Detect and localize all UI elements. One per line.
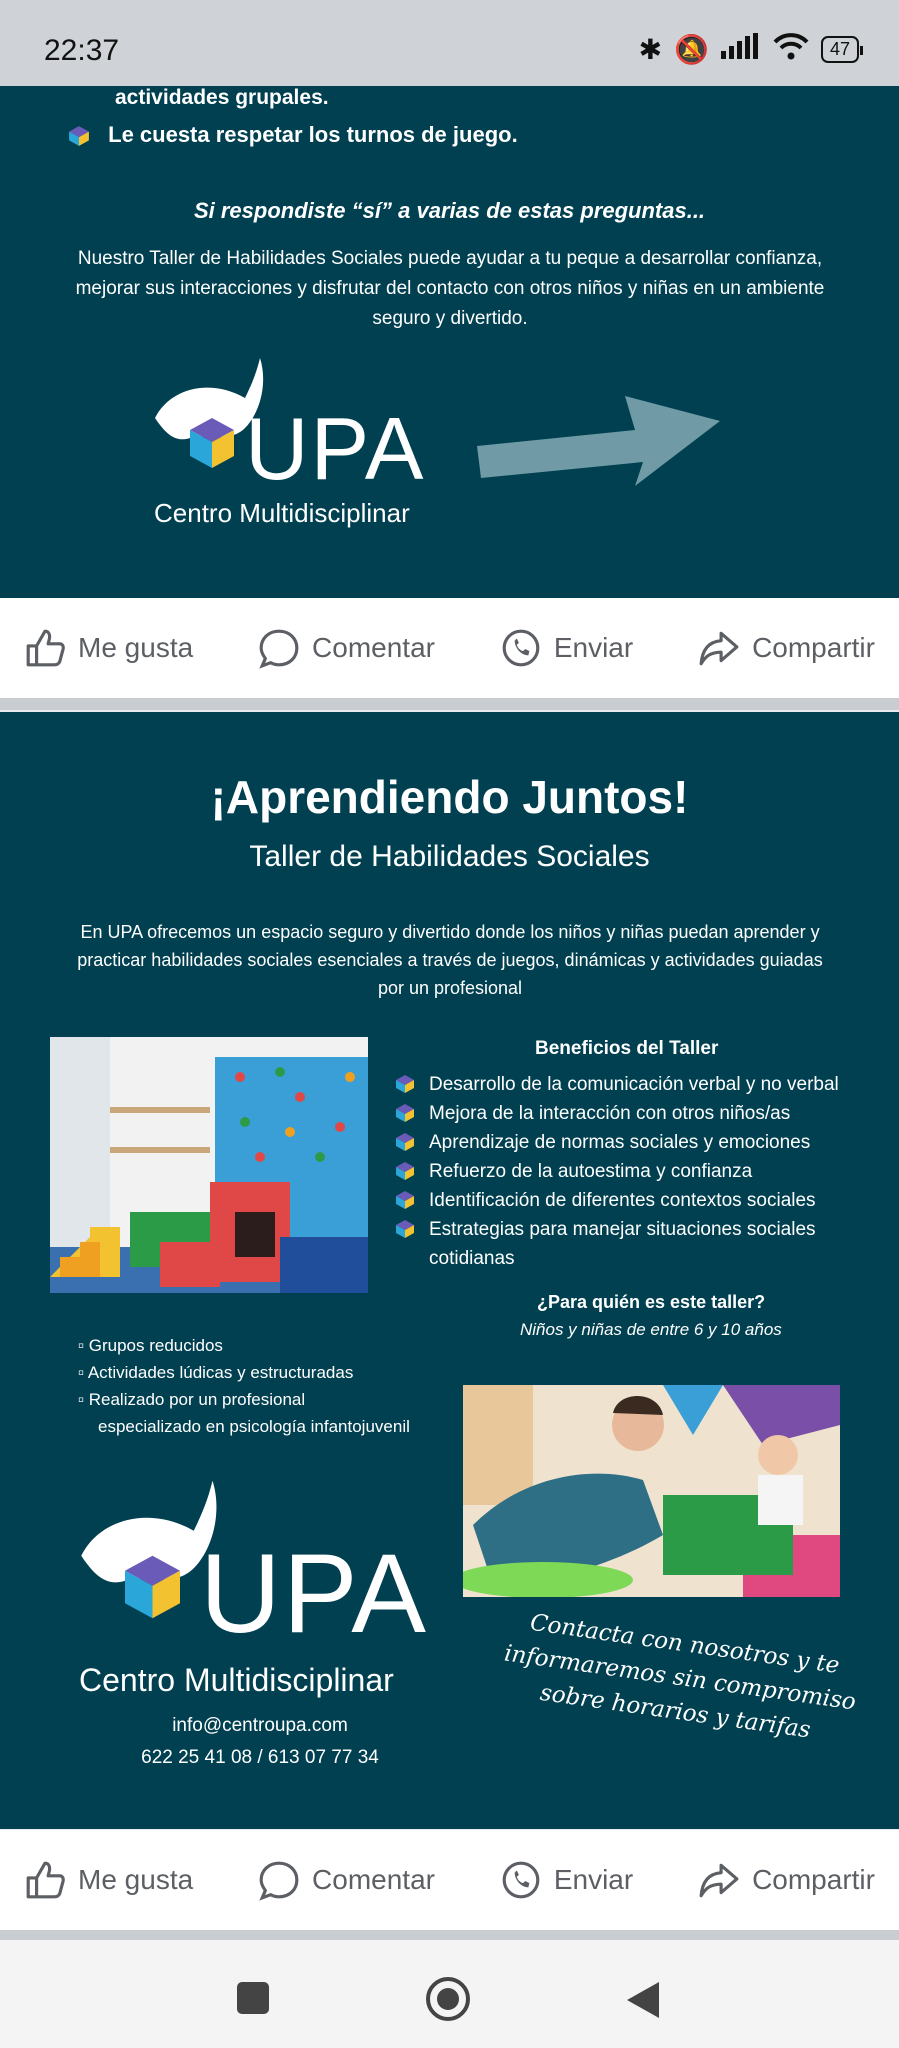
cube-bullet-icon (396, 1162, 414, 1180)
audience-subtitle: Niños y niñas de entre 6 y 10 años (520, 1320, 782, 1339)
send-button[interactable]: Enviar (500, 627, 633, 669)
partial-line: actividades grupales. (115, 86, 329, 109)
cube-bullet-icon (396, 1133, 414, 1151)
list-item: Grupos reducidos (78, 1332, 410, 1359)
therapy-photo (463, 1385, 840, 1597)
list-item: Realizado por un profesional (78, 1386, 410, 1413)
signal-icon (720, 33, 761, 66)
battery-icon: 47 (820, 36, 864, 63)
list-item: Mejora de la interacción con otros niños… (395, 1099, 885, 1128)
logo-text: UPA (200, 1531, 428, 1656)
cube-bullet-icon (396, 1075, 414, 1093)
benefits-title: Beneficios del Taller (535, 1038, 719, 1059)
cube-bullet-icon (396, 1191, 414, 1209)
list-item: Refuerzo de la autoestima y confianza (395, 1157, 885, 1186)
send-button[interactable]: Enviar (500, 1859, 633, 1901)
post-subtitle: Taller de Habilidades Sociales (249, 840, 650, 873)
comment-button[interactable]: Comentar (258, 627, 435, 669)
share-button[interactable]: Compartir (698, 1859, 875, 1901)
benefits-list: Desarrollo de la comunicación verbal y n… (395, 1070, 885, 1273)
post-actions-2: Me gusta Comentar Enviar Compartir (0, 1830, 899, 1930)
post-image-2[interactable]: ¡Aprendiendo Juntos! Taller de Habilidad… (0, 712, 899, 1829)
home-button[interactable] (425, 1976, 471, 2022)
list-item-continuation: especializado en psicología infantojuven… (98, 1417, 410, 1436)
post-image-1[interactable]: actividades grupales. Le cuesta respetar… (0, 86, 899, 598)
thumbs-up-icon (26, 1861, 65, 1899)
logo-subtitle: Centro Multidisciplinar (154, 498, 410, 528)
list-item: Estrategias para manejar situaciones soc… (395, 1215, 885, 1273)
upa-logo: UPA Centro Multidisciplinar (150, 358, 450, 528)
cube-bullet-icon (396, 1104, 414, 1122)
list-item: Desarrollo de la comunicación verbal y n… (395, 1070, 885, 1099)
status-time: 22:37 (44, 34, 120, 67)
whatsapp-icon (502, 629, 540, 667)
post-separator (0, 698, 899, 710)
back-button[interactable] (625, 1980, 661, 2020)
post-description: En UPA ofrecemos un espacio seguro y div… (77, 922, 823, 998)
share-icon (699, 1863, 739, 1898)
like-button[interactable]: Me gusta (24, 627, 193, 669)
playroom-photo (50, 1037, 368, 1293)
thumbs-up-icon (26, 629, 65, 667)
status-icons: ✱ 🔕 47 (638, 32, 864, 67)
upa-logo: UPA Centro Multidisciplinar (75, 1477, 475, 1702)
system-nav-bar (0, 1940, 899, 2048)
contact-script-text: Contacta con nosotros y te informaremos … (502, 1609, 858, 1744)
comment-button[interactable]: Comentar (258, 1859, 435, 1901)
share-button[interactable]: Compartir (698, 627, 875, 669)
logo-subtitle: Centro Multidisciplinar (79, 1662, 394, 1698)
mute-icon: 🔕 (674, 34, 709, 65)
cube-bullet-icon (69, 126, 89, 147)
wifi-icon (773, 32, 809, 67)
comment-icon (259, 1861, 299, 1901)
arrow-icon (477, 396, 720, 486)
post-actions-1: Me gusta Comentar Enviar Compartir (0, 598, 899, 698)
features-list: Grupos reducidos Actividades lúdicas y e… (78, 1332, 410, 1440)
list-item: Actividades lúdicas y estructuradas (78, 1359, 410, 1386)
recents-button[interactable] (235, 1980, 271, 2016)
bluetooth-icon: ✱ (638, 34, 663, 65)
logo-text: UPA (245, 399, 426, 498)
description: Nuestro Taller de Habilidades Sociales p… (75, 248, 825, 329)
list-item: Identificación de diferentes contextos s… (395, 1186, 885, 1215)
cube-bullet-icon (396, 1220, 414, 1238)
post-title: ¡Aprendiendo Juntos! (210, 771, 689, 823)
status-bar: 22:37 ✱ 🔕 47 (0, 0, 899, 86)
comment-icon (259, 629, 299, 669)
contact-email[interactable]: info@centroupa.com (0, 1715, 520, 1737)
post-separator (0, 1930, 899, 1940)
contact-phones[interactable]: 622 25 41 08 / 613 07 77 34 (0, 1747, 520, 1769)
list-item: Aprendizaje de normas sociales y emocion… (395, 1128, 885, 1157)
bullet-item: Le cuesta respetar los turnos de juego. (68, 122, 518, 148)
question-text: Si respondiste “sí” a varias de estas pr… (193, 198, 706, 223)
like-button[interactable]: Me gusta (24, 1859, 193, 1901)
share-icon (699, 631, 739, 666)
whatsapp-icon (502, 1861, 540, 1899)
audience-title: ¿Para quién es este taller? (537, 1292, 766, 1312)
